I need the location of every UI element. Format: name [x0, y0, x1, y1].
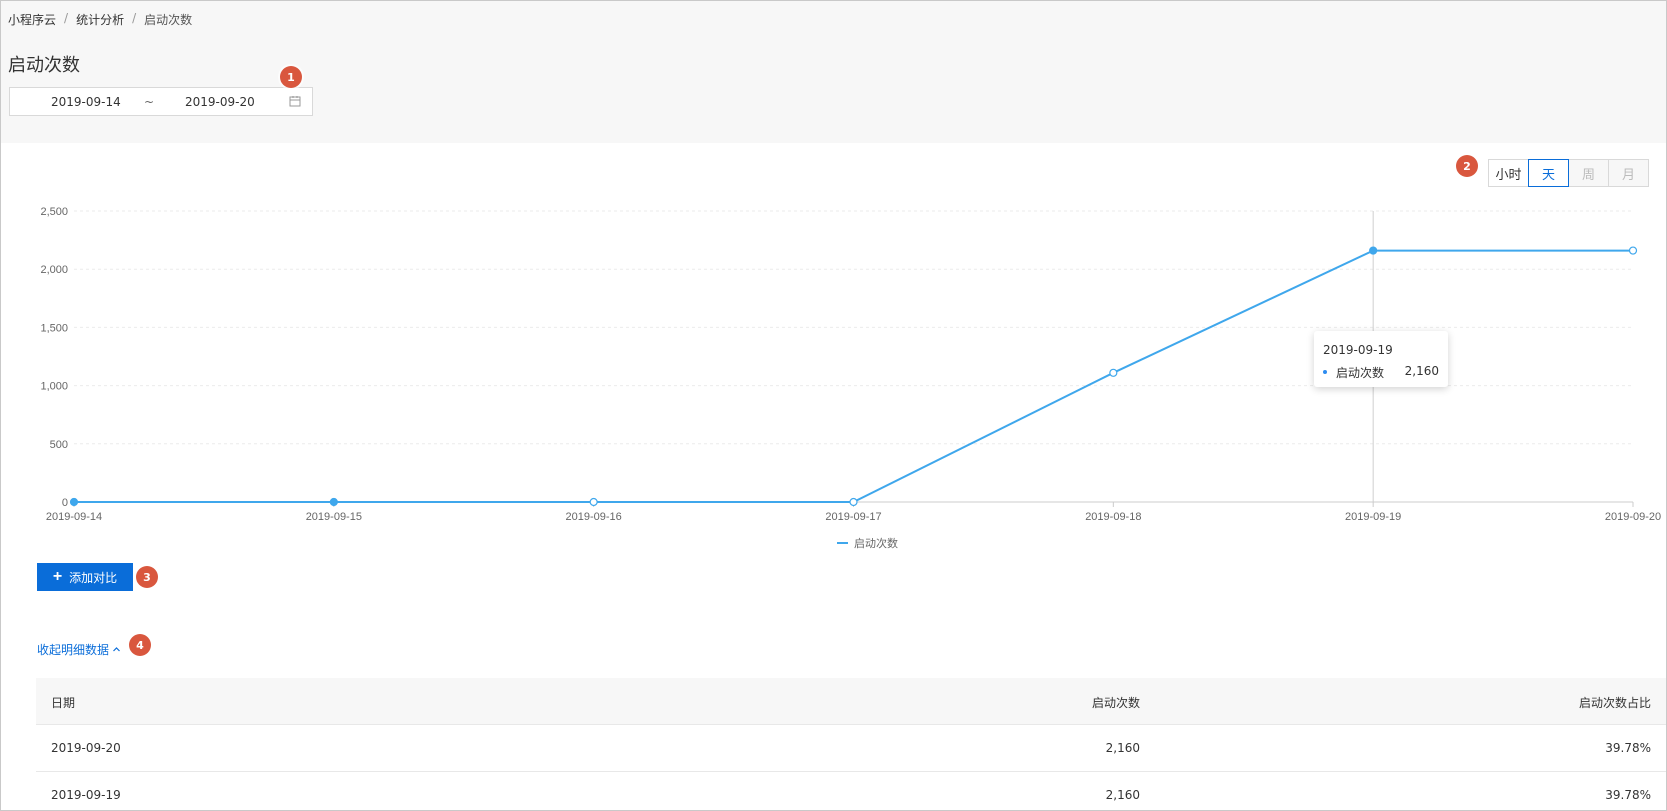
annotation-badge-4: 4 [129, 634, 151, 656]
breadcrumb-item-root[interactable]: 小程序云 [8, 11, 56, 28]
table-header-launches: 启动次数 [1091, 696, 1140, 710]
y-tick-label: 1,500 [40, 322, 68, 334]
breadcrumb-item-analysis[interactable]: 统计分析 [76, 11, 124, 28]
table-cell-date: 2019-09-19 [51, 788, 121, 802]
x-tick-label: 2019-09-14 [46, 511, 102, 523]
collapse-details-label: 收起明细数据 [37, 643, 110, 657]
y-tick-label: 2,000 [40, 264, 68, 276]
period-month-button[interactable]: 月 [1608, 159, 1649, 187]
data-point [1628, 246, 1638, 255]
x-tick-label: 2019-09-20 [1605, 511, 1661, 523]
annotation-badge-1: 1 [280, 66, 302, 88]
annotation-badge-3: 3 [136, 566, 158, 588]
plus-icon: + [52, 568, 63, 585]
table-header-row: 日期 启动次数 启动次数占比 [36, 678, 1666, 725]
y-tick-label: 0 [62, 497, 68, 509]
x-tick-label: 2019-09-15 [306, 511, 362, 523]
add-compare-label: 添加对比 [69, 570, 118, 585]
calendar-icon[interactable] [289, 95, 301, 107]
breadcrumb: 小程序云 / 统计分析 / 启动次数 [8, 11, 192, 28]
data-point [1369, 246, 1378, 255]
chart-tooltip: 2019-09-19 启动次数 2,160 [1314, 331, 1448, 387]
period-day-button[interactable]: 天 [1528, 159, 1569, 187]
table-cell-launches: 2,160 [1105, 788, 1140, 802]
tooltip-series-name: 启动次数 [1336, 366, 1385, 380]
table-cell-launches: 2,160 [1105, 741, 1140, 755]
table-header-share: 启动次数占比 [1578, 696, 1651, 710]
data-point [1109, 368, 1118, 377]
tooltip-date: 2019-09-19 [1323, 343, 1393, 357]
data-point [69, 497, 79, 507]
table-cell-share: 39.78% [1605, 788, 1651, 802]
x-tick-label: 2019-09-18 [1085, 511, 1141, 523]
table-cell-share: 39.78% [1605, 741, 1651, 755]
legend-label: 启动次数 [854, 536, 898, 550]
x-tick-label: 2019-09-16 [566, 511, 622, 523]
table-cell-date: 2019-09-20 [51, 741, 121, 755]
y-tick-label: 2,500 [40, 206, 68, 218]
breadcrumb-item-current: 启动次数 [144, 13, 193, 27]
collapse-details-link[interactable]: 收起明细数据 [37, 641, 121, 658]
page-title: 启动次数 [8, 55, 80, 76]
app-frame: 小程序云 / 统计分析 / 启动次数 启动次数 2019-09-14 ~ 201… [0, 0, 1667, 811]
y-tick-label: 500 [50, 439, 68, 451]
date-range-picker[interactable]: 2019-09-14 ~ 2019-09-20 [9, 87, 313, 116]
x-tick-label: 2019-09-19 [1345, 511, 1401, 523]
annotation-badge-2: 2 [1456, 155, 1478, 177]
data-point [849, 497, 858, 507]
period-hour-button[interactable]: 小时 [1488, 159, 1529, 187]
breadcrumb-separator: / [132, 11, 137, 25]
period-selector: 小时 天 周 月 [1488, 159, 1649, 187]
header-band [1, 1, 1666, 143]
table-row: 2019-09-20 2,160 39.78% [36, 725, 1666, 772]
detail-table: 日期 启动次数 启动次数占比 2019-09-20 2,160 39.78% 2… [36, 678, 1666, 810]
data-point [589, 497, 598, 507]
date-range-separator: ~ [144, 95, 155, 109]
x-tick-label: 2019-09-17 [825, 511, 881, 523]
tooltip-series-dot [1323, 370, 1327, 374]
date-range-start[interactable]: 2019-09-14 [51, 95, 121, 109]
y-tick-label: 1,000 [40, 381, 68, 393]
period-week-button[interactable]: 周 [1568, 159, 1609, 187]
table-header-date: 日期 [51, 696, 76, 710]
date-range-end[interactable]: 2019-09-20 [185, 95, 255, 109]
breadcrumb-separator: / [64, 11, 69, 25]
table-row: 2019-09-19 2,160 39.78% [36, 772, 1666, 810]
add-compare-button[interactable]: + 添加对比 [37, 563, 133, 591]
data-point [329, 497, 338, 507]
tooltip-value: 2,160 [1404, 364, 1439, 378]
chevron-up-icon [113, 647, 120, 652]
